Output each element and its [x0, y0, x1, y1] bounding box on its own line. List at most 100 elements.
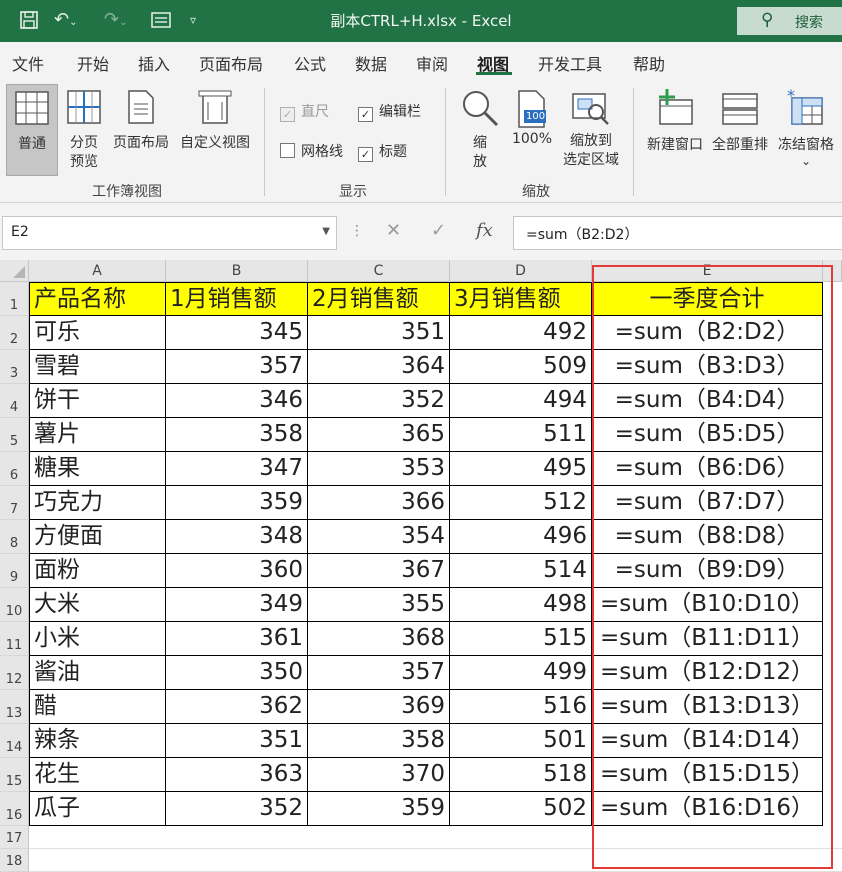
tab-formulas[interactable]: 公式: [294, 51, 326, 75]
q1-total-formula-cell[interactable]: =sum（B5:D5）: [592, 418, 823, 452]
q1-total-formula-cell[interactable]: =sum（B2:D2）: [592, 316, 823, 350]
product-cell[interactable]: 巧克力: [29, 486, 166, 520]
q1-total-formula-cell[interactable]: =sum（B11:D11）: [592, 622, 823, 656]
feb-sales-cell[interactable]: 358: [308, 724, 450, 758]
tab-home[interactable]: 开始: [77, 51, 109, 75]
q1-total-formula-cell[interactable]: =sum（B7:D7）: [592, 486, 823, 520]
q1-total-formula-cell[interactable]: =sum（B13:D13）: [592, 690, 823, 724]
mar-sales-cell[interactable]: 502: [450, 792, 592, 826]
jan-sales-cell[interactable]: 362: [166, 690, 308, 724]
column-header-f[interactable]: [823, 260, 842, 282]
custom-views-button[interactable]: 自定义视图: [175, 84, 255, 174]
row-header[interactable]: 16: [0, 792, 29, 826]
product-cell[interactable]: 方便面: [29, 520, 166, 554]
row-header[interactable]: 15: [0, 758, 29, 792]
search-box[interactable]: ⚲ 搜索: [737, 7, 842, 35]
tab-insert[interactable]: 插入: [138, 51, 170, 75]
row-header[interactable]: 6: [0, 452, 29, 486]
feb-sales-cell[interactable]: 359: [308, 792, 450, 826]
mar-sales-cell[interactable]: 509: [450, 350, 592, 384]
row-header[interactable]: 3: [0, 350, 29, 384]
mar-sales-cell[interactable]: 494: [450, 384, 592, 418]
header-cell-product[interactable]: 产品名称: [29, 282, 166, 316]
arrange-all-button[interactable]: 全部重排: [708, 84, 772, 174]
page-break-preview-button[interactable]: 分页 预览: [62, 84, 106, 174]
jan-sales-cell[interactable]: 346: [166, 384, 308, 418]
column-header-c[interactable]: C: [308, 260, 450, 282]
zoom-100-button[interactable]: 100 100%: [508, 84, 556, 174]
new-window-button[interactable]: 新建窗口: [643, 84, 707, 174]
feb-sales-cell[interactable]: 355: [308, 588, 450, 622]
row-header[interactable]: 11: [0, 622, 29, 656]
mar-sales-cell[interactable]: 516: [450, 690, 592, 724]
jan-sales-cell[interactable]: 361: [166, 622, 308, 656]
row-header[interactable]: 13: [0, 690, 29, 724]
mar-sales-cell[interactable]: 512: [450, 486, 592, 520]
feb-sales-cell[interactable]: 364: [308, 350, 450, 384]
normal-view-button[interactable]: 普通: [6, 84, 58, 176]
column-header-d[interactable]: D: [450, 260, 592, 282]
mar-sales-cell[interactable]: 501: [450, 724, 592, 758]
jan-sales-cell[interactable]: 357: [166, 350, 308, 384]
select-all-corner[interactable]: [0, 260, 29, 282]
q1-total-formula-cell[interactable]: =sum（B16:D16）: [592, 792, 823, 826]
jan-sales-cell[interactable]: 360: [166, 554, 308, 588]
feb-sales-cell[interactable]: 354: [308, 520, 450, 554]
mar-sales-cell[interactable]: 515: [450, 622, 592, 656]
headings-checkbox[interactable]: ✓ 标题: [358, 141, 407, 162]
cancel-icon[interactable]: ✕: [386, 220, 401, 241]
column-header-e[interactable]: E: [592, 260, 823, 282]
mar-sales-cell[interactable]: 492: [450, 316, 592, 350]
row-header[interactable]: 1: [0, 282, 29, 316]
enter-icon[interactable]: ✓: [431, 220, 446, 241]
q1-total-formula-cell[interactable]: =sum（B9:D9）: [592, 554, 823, 588]
q1-total-formula-cell[interactable]: =sum（B10:D10）: [592, 588, 823, 622]
mar-sales-cell[interactable]: 498: [450, 588, 592, 622]
jan-sales-cell[interactable]: 349: [166, 588, 308, 622]
row-header[interactable]: 2: [0, 316, 29, 350]
jan-sales-cell[interactable]: 363: [166, 758, 308, 792]
product-cell[interactable]: 薯片: [29, 418, 166, 452]
mar-sales-cell[interactable]: 495: [450, 452, 592, 486]
feb-sales-cell[interactable]: 370: [308, 758, 450, 792]
product-cell[interactable]: 糖果: [29, 452, 166, 486]
feb-sales-cell[interactable]: 366: [308, 486, 450, 520]
product-cell[interactable]: 饼干: [29, 384, 166, 418]
feb-sales-cell[interactable]: 352: [308, 384, 450, 418]
feb-sales-cell[interactable]: 369: [308, 690, 450, 724]
header-cell-jan[interactable]: 1月销售额: [166, 282, 308, 316]
feb-sales-cell[interactable]: 351: [308, 316, 450, 350]
feb-sales-cell[interactable]: 365: [308, 418, 450, 452]
jan-sales-cell[interactable]: 345: [166, 316, 308, 350]
header-cell-feb[interactable]: 2月销售额: [308, 282, 450, 316]
q1-total-formula-cell[interactable]: =sum（B4:D4）: [592, 384, 823, 418]
tab-review[interactable]: 审阅: [416, 51, 448, 75]
jan-sales-cell[interactable]: 358: [166, 418, 308, 452]
tab-file[interactable]: 文件: [12, 51, 44, 75]
jan-sales-cell[interactable]: 350: [166, 656, 308, 690]
q1-total-formula-cell[interactable]: =sum（B3:D3）: [592, 350, 823, 384]
tab-page-layout[interactable]: 页面布局: [199, 51, 263, 75]
zoom-to-selection-button[interactable]: 缩放到 选定区域: [557, 84, 625, 174]
formula-input[interactable]: =sum（B2:D2）: [513, 216, 842, 250]
row-header[interactable]: 7: [0, 486, 29, 520]
row-header[interactable]: 8: [0, 520, 29, 554]
formula-bar-checkbox[interactable]: ✓ 编辑栏: [358, 101, 421, 122]
insert-function-icon[interactable]: fx: [476, 220, 493, 241]
row-header[interactable]: 9: [0, 554, 29, 588]
column-header-a[interactable]: A: [29, 260, 166, 282]
jan-sales-cell[interactable]: 348: [166, 520, 308, 554]
jan-sales-cell[interactable]: 359: [166, 486, 308, 520]
q1-total-formula-cell[interactable]: =sum（B15:D15）: [592, 758, 823, 792]
product-cell[interactable]: 大米: [29, 588, 166, 622]
freeze-panes-button[interactable]: * 冻结窗格 ⌄: [773, 84, 839, 174]
q1-total-formula-cell[interactable]: =sum（B8:D8）: [592, 520, 823, 554]
gridlines-checkbox[interactable]: 网格线: [280, 141, 343, 161]
header-cell-q1-total[interactable]: 一季度合计: [592, 282, 823, 316]
product-cell[interactable]: 瓜子: [29, 792, 166, 826]
jan-sales-cell[interactable]: 351: [166, 724, 308, 758]
jan-sales-cell[interactable]: 347: [166, 452, 308, 486]
zoom-button[interactable]: 缩 放: [456, 84, 504, 174]
feb-sales-cell[interactable]: 357: [308, 656, 450, 690]
mar-sales-cell[interactable]: 514: [450, 554, 592, 588]
